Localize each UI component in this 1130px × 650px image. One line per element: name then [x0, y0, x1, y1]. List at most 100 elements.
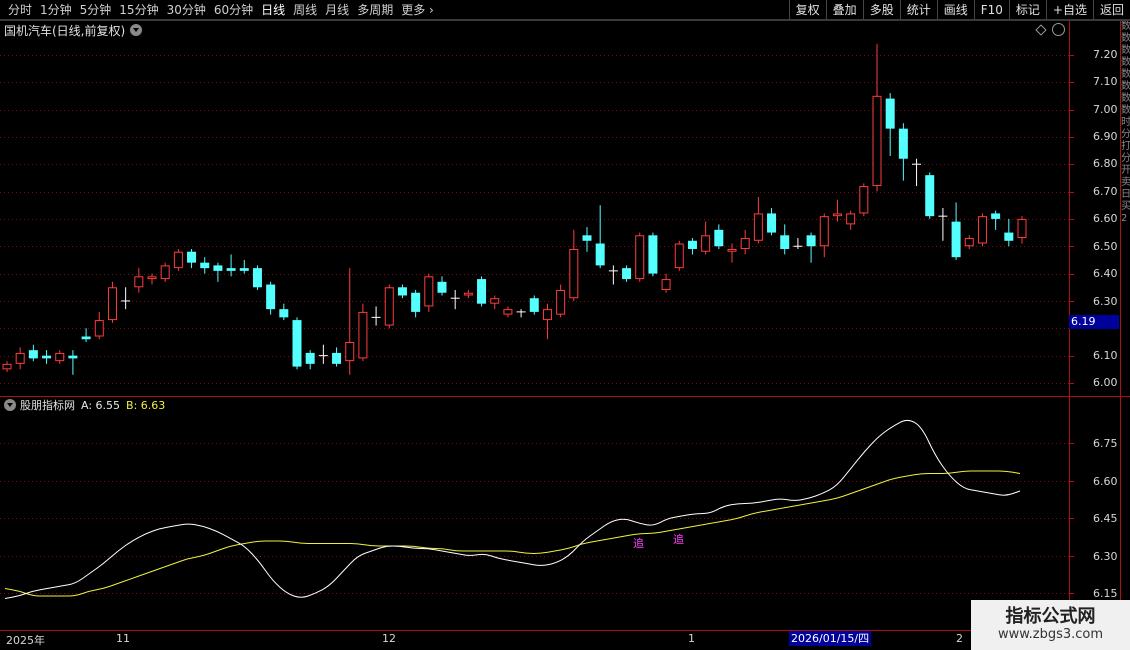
indicator-tick: 6.30: [1093, 550, 1118, 563]
candle-body: [424, 276, 434, 307]
candle: [516, 309, 526, 318]
candle-body: [226, 268, 236, 271]
indicator-tick: 6.60: [1093, 475, 1118, 488]
cursor-date-label: 2026/01/15/四: [789, 631, 872, 646]
candle-body: [358, 311, 368, 359]
candle: [635, 232, 645, 282]
candle: [529, 295, 539, 315]
price-tick: 7.10: [1093, 75, 1118, 88]
candle-body: [94, 320, 104, 337]
candle-body: [898, 128, 908, 159]
candle: [740, 229, 750, 255]
price-tick: 7.00: [1093, 103, 1118, 116]
current-price-tag: 6.19: [1069, 315, 1119, 329]
info-side-strip[interactable]: 数数数数数数数数时分打分开卖日买2: [1121, 21, 1130, 396]
price-tick: 7.20: [1093, 48, 1118, 61]
candlestick-chart[interactable]: 追追: [0, 0, 1130, 650]
candle: [384, 284, 394, 329]
candle: [200, 257, 210, 274]
stock-chart-window: 分时 1分钟 5分钟 15分钟 30分钟 60分钟 日线 周线 月线 多周期 更…: [0, 0, 1130, 650]
side-strip-char: 分: [1121, 153, 1130, 164]
candle: [437, 276, 447, 296]
candle: [872, 43, 882, 192]
candle-body: [279, 309, 289, 318]
candle: [490, 295, 500, 310]
candle: [252, 265, 262, 291]
indicator-title-bar: 股朋指标网 A: 6.55 B: 6.63: [4, 397, 165, 413]
indicator-tick: 6.45: [1093, 512, 1118, 525]
indicator-line-b: [4, 470, 1021, 597]
candle: [622, 265, 632, 282]
candle-body: [701, 235, 711, 252]
signal-marker: 追: [673, 532, 684, 546]
candle: [2, 361, 12, 373]
candle: [477, 276, 487, 307]
candle-body: [872, 95, 882, 187]
candle: [134, 268, 144, 293]
candle: [318, 344, 328, 364]
candle-body: [173, 251, 183, 269]
candle: [226, 254, 236, 277]
candle: [569, 229, 579, 301]
circle-option-icon[interactable]: [1052, 23, 1065, 36]
candle: [595, 205, 605, 269]
candle: [279, 303, 289, 321]
candle-body: [714, 229, 724, 247]
candle: [648, 232, 658, 277]
candle: [187, 248, 197, 269]
candle: [160, 262, 170, 282]
candle-body: [740, 238, 750, 249]
watermark: 指标公式网 www.zbgs3.com: [971, 600, 1130, 650]
candle-body: [556, 290, 566, 315]
candle-body: [490, 298, 500, 304]
candle-body: [147, 276, 157, 280]
candle: [991, 210, 1001, 230]
side-strip-char: 数: [1121, 33, 1130, 44]
candle-body: [661, 279, 671, 291]
side-strip-char: 分: [1121, 129, 1130, 140]
candle-body: [42, 355, 52, 359]
side-strip-char: 数: [1121, 69, 1130, 80]
candle-body: [1004, 232, 1014, 241]
candle-body: [55, 352, 65, 362]
candle-body: [437, 281, 447, 293]
side-strip-char: 时: [1121, 117, 1130, 128]
candle-body: [753, 213, 763, 241]
candle: [780, 224, 790, 255]
date-label: 12: [382, 632, 396, 645]
candle: [1017, 216, 1027, 244]
date-label: 11: [116, 632, 130, 645]
side-strip-char: 数: [1121, 93, 1130, 104]
side-strip-char: 数: [1121, 21, 1130, 32]
candle: [727, 243, 737, 263]
candle-body: [925, 175, 935, 217]
candle-body: [68, 355, 78, 359]
indicator-tick: 6.75: [1093, 437, 1118, 450]
candle-body: [332, 352, 342, 364]
side-strip-char: 数: [1121, 45, 1130, 56]
candle: [753, 197, 763, 244]
indicator-dropdown-icon[interactable]: [4, 399, 16, 411]
indicator-tick: 6.15: [1093, 587, 1118, 600]
candle-body: [529, 298, 539, 312]
side-strip-char: 2: [1121, 213, 1128, 224]
candle: [266, 281, 276, 315]
candle-body: [687, 240, 697, 249]
candle-body: [200, 262, 210, 269]
price-tick: 6.60: [1093, 212, 1118, 225]
side-strip-char: 买: [1121, 201, 1130, 212]
candle: [332, 347, 342, 367]
price-tick: 6.40: [1093, 267, 1118, 280]
candle-body: [160, 265, 170, 280]
candle: [661, 273, 671, 293]
price-tick: 6.70: [1093, 185, 1118, 198]
chart-title-bar: 国机汽车(日线,前复权): [4, 21, 143, 39]
side-strip-char: 开: [1121, 165, 1130, 176]
price-tick: 6.90: [1093, 130, 1118, 143]
candle-body: [213, 265, 223, 271]
candle: [173, 248, 183, 271]
candle-body: [384, 287, 394, 326]
candle: [898, 123, 908, 181]
side-strip-char: 数: [1121, 81, 1130, 92]
dropdown-circle-icon[interactable]: [130, 24, 143, 36]
